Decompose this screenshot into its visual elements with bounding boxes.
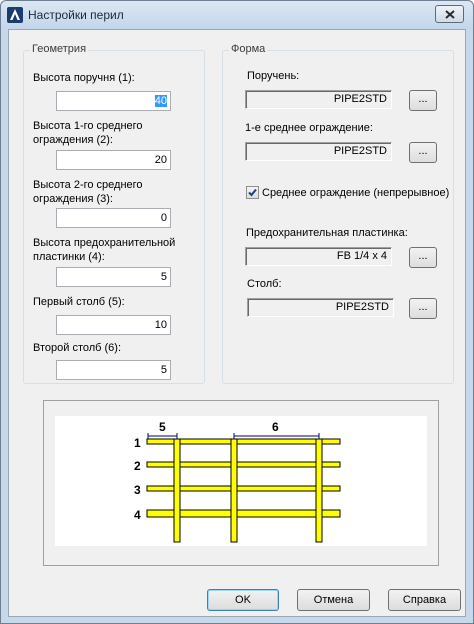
continuous-label[interactable]: Среднее ограждение (непрерывное) (262, 186, 449, 200)
handrail-height-input[interactable]: 40 (56, 91, 171, 111)
window-title: Настройки перил (28, 8, 124, 22)
toeplate-height-label: Высота предохранительной пластинки (4): (33, 237, 176, 263)
midrail1-height-input[interactable]: 20 (56, 150, 171, 170)
title-bar[interactable]: Настройки перил (1, 1, 473, 29)
toeplate-browse-button[interactable]: ... (409, 247, 437, 268)
midrail1-browse-button[interactable]: ... (409, 142, 437, 163)
toeplate-label: Предохранительная пластинка: (246, 227, 408, 239)
shape-group-title: Форма (229, 43, 268, 55)
row-label-1: 1 (134, 436, 141, 450)
dimension-lines (147, 433, 320, 439)
railing-preview-panel: 5 6 1 2 3 4 (43, 400, 439, 566)
handrail-browse-button[interactable]: ... (409, 90, 437, 111)
handrail-field[interactable]: PIPE2STD (245, 90, 392, 109)
toeplate-field[interactable]: FB 1/4 x 4 (245, 247, 392, 266)
cancel-button[interactable]: Отмена (297, 589, 370, 611)
close-button[interactable] (435, 5, 464, 23)
geometry-group-title: Геометрия (30, 43, 89, 55)
toeplate-height-input[interactable]: 5 (56, 267, 171, 287)
row-label-3: 3 (134, 483, 141, 497)
row-label-2: 2 (134, 459, 141, 473)
continuous-checkbox[interactable] (246, 186, 259, 199)
check-icon (248, 188, 257, 197)
railing-preview: 5 6 1 2 3 4 (55, 416, 427, 546)
midrail1-label: 1-е среднее ограждение: (245, 122, 373, 134)
close-icon (445, 10, 455, 19)
second-post-label: Второй столб (6): (33, 342, 122, 354)
dimension-5-label: 5 (159, 420, 166, 434)
handrail-label: Поручень: (247, 70, 300, 82)
dimension-6-label: 6 (272, 420, 279, 434)
handrail-height-label: Высота поручня (1): (33, 72, 135, 84)
post-browse-button[interactable]: ... (409, 298, 437, 319)
dialog-window: Настройки перил Геометрия Высота поручня… (0, 0, 474, 624)
midrail2-height-input[interactable]: 0 (56, 208, 171, 228)
post-1 (173, 438, 181, 543)
post-2 (230, 438, 238, 543)
dialog-client: Геометрия Высота поручня (1): 40 Высота … (8, 29, 466, 617)
ok-button[interactable]: OK (207, 589, 279, 611)
first-post-input[interactable]: 10 (56, 315, 171, 335)
midrail2-height-label: Высота 2-го среднего ограждения (3): (33, 179, 143, 205)
second-post-input[interactable]: 5 (56, 360, 171, 380)
post-3 (315, 438, 323, 543)
post-field[interactable]: PIPE2STD (247, 298, 394, 317)
row-label-4: 4 (134, 508, 141, 522)
app-icon (7, 7, 23, 23)
help-button[interactable]: Справка (388, 589, 461, 611)
midrail1-field[interactable]: PIPE2STD (245, 142, 392, 161)
first-post-label: Первый столб (5): (33, 296, 125, 308)
midrail1-height-label: Высота 1-го среднего ограждения (2): (33, 120, 143, 146)
post-label: Столб: (247, 278, 282, 290)
